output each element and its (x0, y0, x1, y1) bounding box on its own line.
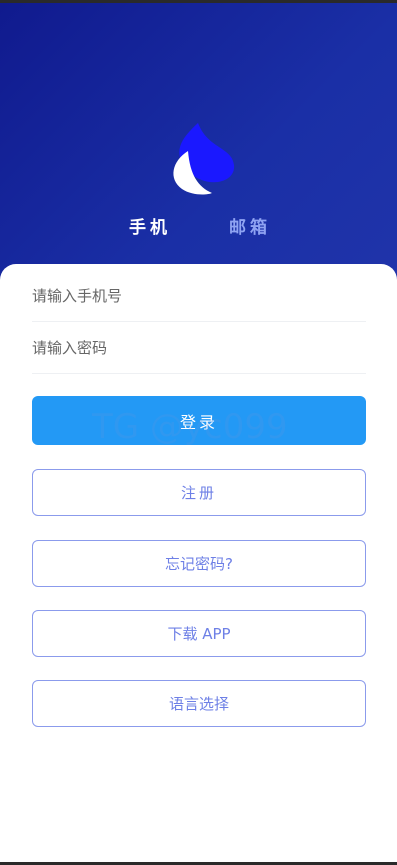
register-button-label: 注册 (180, 484, 217, 502)
forgot-password-button[interactable]: 忘记密码? (32, 540, 366, 587)
phone-field (32, 270, 366, 322)
language-select-button[interactable]: 语言选择 (32, 680, 366, 727)
login-card: 登录 TG @yc099 注册 忘记密码? 下载 APP 语言选择 (0, 264, 397, 862)
password-field (32, 322, 366, 374)
download-app-label: 下载 APP (167, 625, 231, 643)
tab-phone[interactable]: 手机 (129, 213, 171, 238)
forgot-password-label: 忘记密码? (165, 555, 233, 573)
download-app-button[interactable]: 下载 APP (32, 610, 366, 657)
phone-input[interactable] (32, 270, 366, 321)
register-button[interactable]: 注册 (32, 469, 366, 516)
hero-header: 手机 邮箱 (0, 3, 397, 293)
login-button[interactable]: 登录 (32, 396, 366, 445)
brand-flame-logo (173, 123, 235, 195)
login-method-tabs: 手机 邮箱 (0, 213, 397, 241)
language-select-label: 语言选择 (168, 695, 229, 713)
password-input[interactable] (32, 322, 366, 373)
login-button-label: 登录 (179, 412, 218, 432)
tab-email[interactable]: 邮箱 (229, 213, 271, 238)
